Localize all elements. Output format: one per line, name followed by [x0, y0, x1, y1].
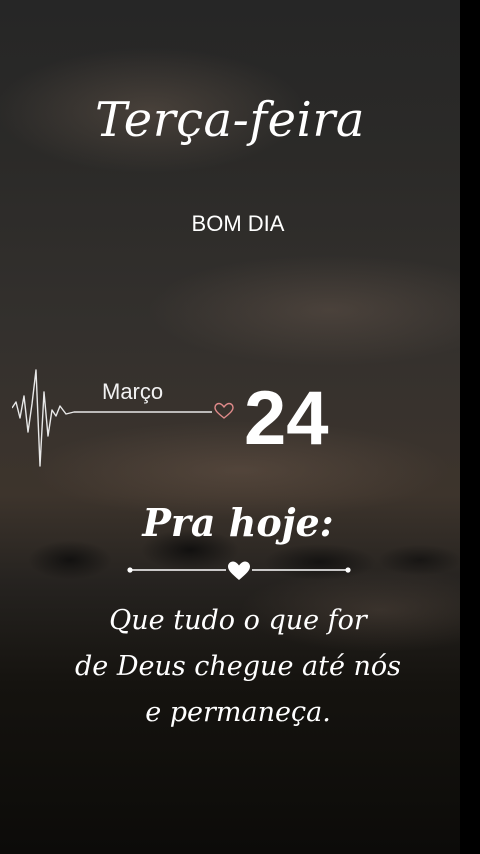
message-line: Que tudo o que for — [109, 605, 367, 636]
greeting-card: Terça-feira BOM DIA Março 24 Pra hoje: Q… — [0, 0, 480, 854]
day-number: 24 — [244, 376, 329, 461]
weekday-title: Terça-feira — [95, 92, 365, 148]
daily-message: Que tudo o que for de Deus chegue até nó… — [0, 598, 476, 736]
message-line: e permaneça. — [145, 697, 331, 728]
pra-hoje-heading: Pra hoje: — [142, 500, 334, 545]
message-line: de Deus chegue até nós — [74, 651, 402, 682]
heart-outline-icon — [214, 402, 234, 419]
greeting-text: BOM DIA — [191, 211, 285, 236]
month-label: Março — [102, 379, 164, 404]
heart-divider-icon — [127, 561, 351, 580]
